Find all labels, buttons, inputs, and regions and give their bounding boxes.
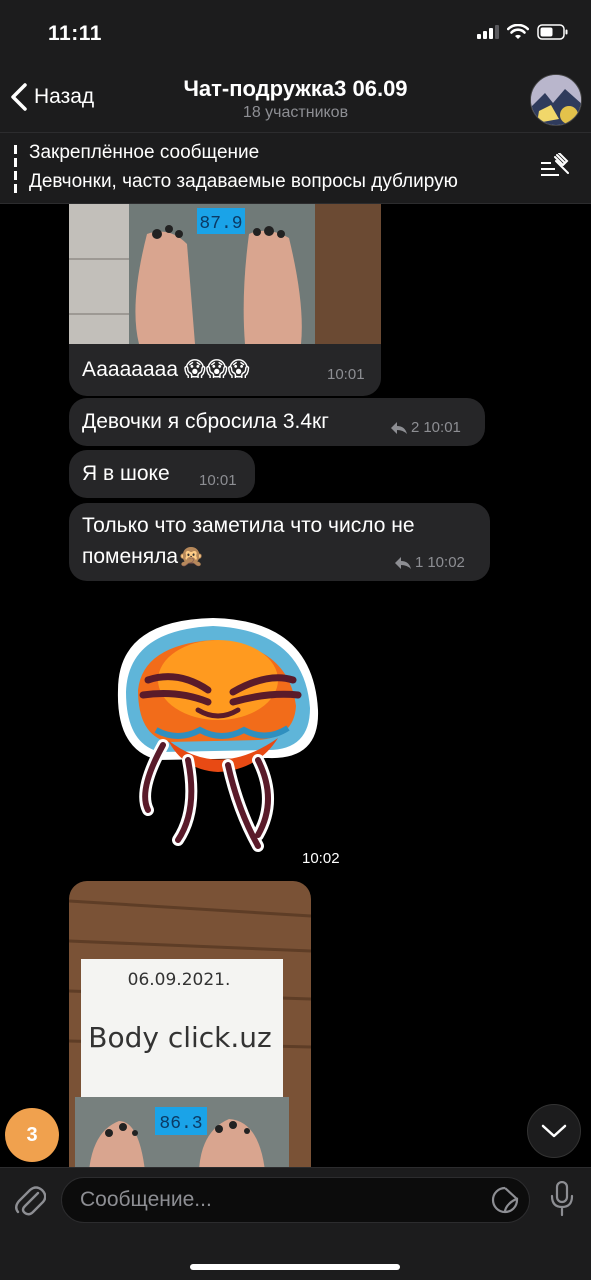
- message-meta: 1 10:02: [395, 554, 465, 571]
- message-bubble[interactable]: Только что заметила что число не поменял…: [69, 503, 490, 581]
- message-bubble[interactable]: Аааааааа 😱😱😱 10:01: [69, 344, 381, 396]
- jellyfish-sticker[interactable]: [108, 610, 323, 855]
- paperclip-icon[interactable]: [14, 1181, 46, 1217]
- status-icons: [477, 24, 569, 40]
- message-time: 10:01: [423, 419, 461, 436]
- message-text: Я в шоке: [82, 462, 170, 485]
- sticker-time: 10:02: [300, 849, 342, 868]
- message-text-line-1: Только что заметила что число не: [82, 514, 415, 537]
- message-input[interactable]: [80, 1178, 460, 1222]
- scroll-down-button[interactable]: [527, 1104, 581, 1158]
- chat-member-count: 18 участников: [242, 104, 349, 121]
- chevron-down-icon: [541, 1124, 567, 1138]
- pinned-title: Закреплённое сообщение: [29, 142, 260, 163]
- message-text: Аааааааа 😱😱😱: [82, 358, 250, 381]
- pinned-indicator: [14, 145, 17, 195]
- message-input-field[interactable]: [61, 1177, 530, 1223]
- composer-bar: [0, 1167, 591, 1280]
- scale-reading-1: 87.9: [199, 214, 242, 234]
- photo-message-scale-2[interactable]: 06.09.2021. Body click.uz 86.3: [69, 881, 311, 1167]
- home-indicator: [190, 1264, 400, 1270]
- chat-avatar[interactable]: [530, 74, 582, 126]
- status-bar: 11:11: [0, 0, 591, 68]
- battery-icon: [537, 24, 568, 40]
- message-list[interactable]: 87.9 Аааааааа 😱😱😱 10:01 Девочки я сброси…: [0, 204, 591, 1167]
- reply-icon: [395, 556, 411, 569]
- message-text: Девочки я сбросила 3.4кг: [82, 410, 329, 433]
- message-time: 10:02: [427, 554, 465, 571]
- status-time: 11:11: [48, 22, 102, 45]
- chat-title: Чат-подружка3 06.09: [183, 76, 408, 101]
- pinned-list-icon[interactable]: [541, 153, 571, 179]
- reply-count: 1: [415, 554, 424, 571]
- photo-message-scale-1[interactable]: 87.9: [69, 204, 381, 344]
- photo-brand-text: Body click.uz: [88, 1021, 272, 1054]
- microphone-icon[interactable]: [549, 1181, 575, 1217]
- reply-count: 2: [411, 419, 420, 436]
- pinned-text: Девчонки, часто задаваемые вопросы дубли…: [29, 171, 458, 192]
- message-time: 10:01: [327, 366, 365, 383]
- pinned-message[interactable]: Закреплённое сообщение Девчонки, часто з…: [0, 132, 591, 204]
- scale-reading-2: 86.3: [159, 1114, 202, 1134]
- message-bubble[interactable]: Я в шоке 10:01: [69, 450, 255, 498]
- chat-title-block[interactable]: Чат-подружка3 06.09 18 участников: [0, 76, 591, 122]
- wifi-icon: [507, 24, 529, 39]
- photo-date-text: 06.09.2021.: [128, 970, 231, 990]
- message-time: 10:01: [199, 472, 237, 489]
- message-text-line-2: поменяла🙊: [82, 545, 205, 568]
- signal-icon: [477, 25, 499, 39]
- chat-header: Назад Чат-подружка3 06.09 18 участников: [0, 68, 591, 132]
- message-meta: 2 10:01: [391, 419, 461, 436]
- sticker-icon[interactable]: [491, 1186, 519, 1214]
- reply-icon: [391, 421, 407, 434]
- unread-mentions-badge[interactable]: 3: [5, 1108, 59, 1162]
- message-bubble[interactable]: Девочки я сбросила 3.4кг 2 10:01: [69, 398, 485, 446]
